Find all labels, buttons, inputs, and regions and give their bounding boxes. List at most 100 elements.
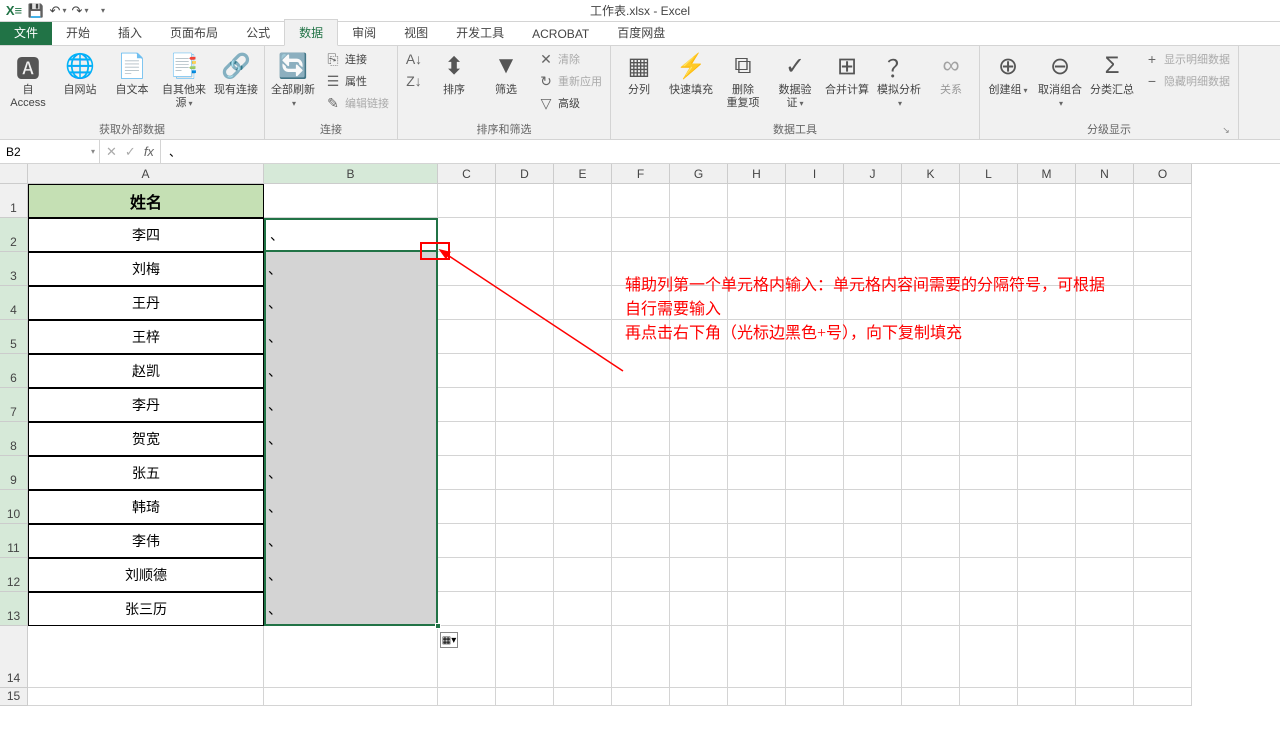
relationships-button[interactable]: ∞关系 bbox=[927, 48, 975, 99]
cell-J15[interactable] bbox=[844, 688, 902, 706]
cell-E11[interactable] bbox=[554, 524, 612, 558]
cell-E1[interactable] bbox=[554, 184, 612, 218]
cell-K9[interactable] bbox=[902, 456, 960, 490]
tab-review[interactable]: 审阅 bbox=[338, 20, 390, 45]
whatif-button[interactable]: ？模拟分析▾ bbox=[875, 48, 923, 112]
cell-A3[interactable]: 刘梅 bbox=[28, 252, 264, 286]
cell-L14[interactable] bbox=[960, 626, 1018, 688]
clear-filter-button[interactable]: ✕清除 bbox=[534, 48, 606, 70]
cell-F2[interactable] bbox=[612, 218, 670, 252]
qat-customize-icon[interactable]: ▾ bbox=[92, 2, 112, 20]
cell-N10[interactable] bbox=[1076, 490, 1134, 524]
cell-D13[interactable] bbox=[496, 592, 554, 626]
data-validation-button[interactable]: ✓数据验 证▾ bbox=[771, 48, 819, 112]
cell-K14[interactable] bbox=[902, 626, 960, 688]
redo-icon[interactable]: ↷▾ bbox=[70, 2, 90, 20]
cell-C4[interactable] bbox=[438, 286, 496, 320]
advanced-filter-button[interactable]: ▽高级 bbox=[534, 92, 606, 114]
col-header-D[interactable]: D bbox=[496, 164, 554, 184]
hide-detail-button[interactable]: −隐藏明细数据 bbox=[1140, 70, 1234, 92]
cell-O9[interactable] bbox=[1134, 456, 1192, 490]
cell-C8[interactable] bbox=[438, 422, 496, 456]
cell-G2[interactable] bbox=[670, 218, 728, 252]
remove-dup-button[interactable]: ⧉删除 重复项 bbox=[719, 48, 767, 112]
cell-J9[interactable] bbox=[844, 456, 902, 490]
cell-A15[interactable] bbox=[28, 688, 264, 706]
cell-D12[interactable] bbox=[496, 558, 554, 592]
cell-D7[interactable] bbox=[496, 388, 554, 422]
enter-icon[interactable]: ✓ bbox=[125, 144, 136, 160]
cell-A6[interactable]: 赵凯 bbox=[28, 354, 264, 388]
tab-baidu[interactable]: 百度网盘 bbox=[603, 20, 679, 45]
row-header-15[interactable]: 15 bbox=[0, 688, 28, 706]
cell-K1[interactable] bbox=[902, 184, 960, 218]
cell-D15[interactable] bbox=[496, 688, 554, 706]
cell-B14[interactable] bbox=[264, 626, 438, 688]
cell-A5[interactable]: 王梓 bbox=[28, 320, 264, 354]
row-header-2[interactable]: 2 bbox=[0, 218, 28, 252]
cell-L1[interactable] bbox=[960, 184, 1018, 218]
cell-G13[interactable] bbox=[670, 592, 728, 626]
cell-H13[interactable] bbox=[728, 592, 786, 626]
cell-H15[interactable] bbox=[728, 688, 786, 706]
cell-C15[interactable] bbox=[438, 688, 496, 706]
row-header-1[interactable]: 1 bbox=[0, 184, 28, 218]
cell-D2[interactable] bbox=[496, 218, 554, 252]
row-header-7[interactable]: 7 bbox=[0, 388, 28, 422]
cell-H14[interactable] bbox=[728, 626, 786, 688]
cell-K6[interactable] bbox=[902, 354, 960, 388]
cell-D4[interactable] bbox=[496, 286, 554, 320]
cell-C9[interactable] bbox=[438, 456, 496, 490]
namebox-dropdown-icon[interactable]: ▾ bbox=[91, 147, 95, 156]
edit-links-button[interactable]: ✎编辑链接 bbox=[321, 92, 393, 114]
cell-L11[interactable] bbox=[960, 524, 1018, 558]
tab-formula[interactable]: 公式 bbox=[232, 20, 284, 45]
cell-F13[interactable] bbox=[612, 592, 670, 626]
tab-acrobat[interactable]: ACROBAT bbox=[518, 23, 603, 45]
from-web-button[interactable]: 🌐自网站 bbox=[56, 48, 104, 99]
from-access-button[interactable]: 🅰自 Access bbox=[4, 48, 52, 112]
reapply-button[interactable]: ↻重新应用 bbox=[534, 70, 606, 92]
fx-icon[interactable]: fx bbox=[144, 144, 154, 159]
cell-A2[interactable]: 李四 bbox=[28, 218, 264, 252]
col-header-C[interactable]: C bbox=[438, 164, 496, 184]
name-box-input[interactable] bbox=[6, 145, 93, 159]
cell-M6[interactable] bbox=[1018, 354, 1076, 388]
cell-F15[interactable] bbox=[612, 688, 670, 706]
cell-N1[interactable] bbox=[1076, 184, 1134, 218]
col-header-H[interactable]: H bbox=[728, 164, 786, 184]
existing-conn-button[interactable]: 🔗现有连接 bbox=[212, 48, 260, 99]
cell-E7[interactable] bbox=[554, 388, 612, 422]
cell-B4[interactable]: 、 bbox=[264, 286, 438, 320]
autofill-options-button[interactable]: ▦▾ bbox=[440, 632, 458, 648]
cell-L13[interactable] bbox=[960, 592, 1018, 626]
tab-view[interactable]: 视图 bbox=[390, 20, 442, 45]
from-text-button[interactable]: 📄自文本 bbox=[108, 48, 156, 99]
cell-G9[interactable] bbox=[670, 456, 728, 490]
row-header-12[interactable]: 12 bbox=[0, 558, 28, 592]
cell-O7[interactable] bbox=[1134, 388, 1192, 422]
tab-insert[interactable]: 插入 bbox=[104, 20, 156, 45]
col-header-F[interactable]: F bbox=[612, 164, 670, 184]
properties-button[interactable]: ☰属性 bbox=[321, 70, 393, 92]
cell-N15[interactable] bbox=[1076, 688, 1134, 706]
cell-H8[interactable] bbox=[728, 422, 786, 456]
cell-C13[interactable] bbox=[438, 592, 496, 626]
cell-E13[interactable] bbox=[554, 592, 612, 626]
cell-K11[interactable] bbox=[902, 524, 960, 558]
row-header-14[interactable]: 14 bbox=[0, 626, 28, 688]
undo-icon[interactable]: ↶▾ bbox=[48, 2, 68, 20]
cell-H10[interactable] bbox=[728, 490, 786, 524]
name-box[interactable]: ▾ bbox=[0, 140, 100, 163]
dialog-launcher-icon[interactable]: ↘ bbox=[1220, 125, 1232, 137]
cell-F1[interactable] bbox=[612, 184, 670, 218]
cell-I10[interactable] bbox=[786, 490, 844, 524]
cell-M13[interactable] bbox=[1018, 592, 1076, 626]
cell-G14[interactable] bbox=[670, 626, 728, 688]
cell-D14[interactable] bbox=[496, 626, 554, 688]
group-button[interactable]: ⊕创建组▾ bbox=[984, 48, 1032, 99]
cell-E3[interactable] bbox=[554, 252, 612, 286]
formula-input[interactable]: 、 bbox=[161, 140, 1280, 163]
cell-O11[interactable] bbox=[1134, 524, 1192, 558]
spreadsheet-grid[interactable]: ABCDEFGHIJKLMNO 123456789101112131415 姓名… bbox=[0, 164, 1280, 750]
